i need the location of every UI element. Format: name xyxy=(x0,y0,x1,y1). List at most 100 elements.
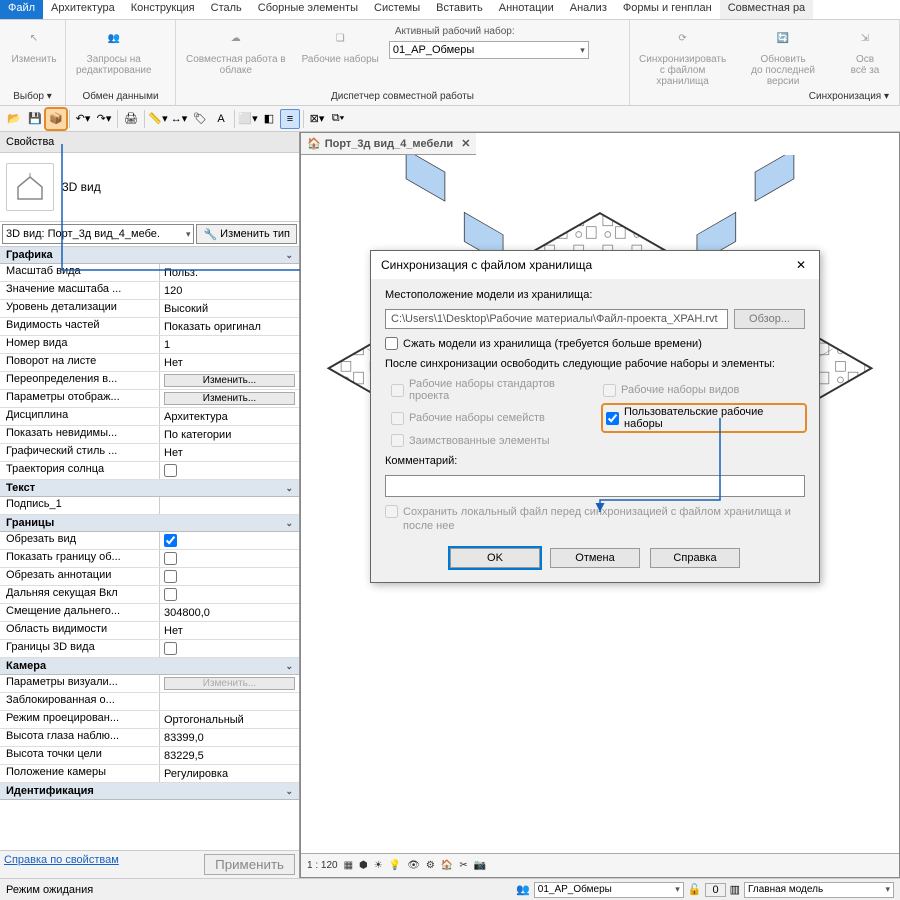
qat-save-icon[interactable]: 💾 xyxy=(25,109,45,129)
qat-sync-icon[interactable]: 📦 xyxy=(46,109,66,129)
section-bounds[interactable]: Границы⌄ xyxy=(0,515,299,532)
vc-icon[interactable]: ⬢ xyxy=(359,860,368,871)
editing-requests-button[interactable]: 👥Запросы на редактирование xyxy=(70,22,158,78)
prop-scale-value[interactable]: Польз. xyxy=(160,264,299,281)
active-workset-combo[interactable]: 01_АР_Обмеры▾ xyxy=(389,41,589,59)
qat-print-icon[interactable]: 🖨 xyxy=(121,109,141,129)
view-scale[interactable]: 1 : 120 xyxy=(307,860,338,871)
dispopts-edit-button[interactable]: Изменить... xyxy=(164,392,295,405)
instance-combo[interactable]: 3D вид: Порт_3д вид_4_мебе.▾ xyxy=(2,224,194,244)
prop-proj-value[interactable]: Ортогональный xyxy=(160,711,299,728)
prop-detail-value[interactable]: Высокий xyxy=(160,300,299,317)
prop-campos-value[interactable]: Регулировка xyxy=(160,765,299,782)
qat-redo-icon[interactable]: ↷▾ xyxy=(94,109,114,129)
vc-icon[interactable]: 📷 xyxy=(474,860,486,871)
vc-icon[interactable]: 👁 xyxy=(407,860,420,871)
chk-view-worksets[interactable]: Рабочие наборы видов xyxy=(603,378,805,402)
status-model-combo[interactable]: Главная модель▾ xyxy=(744,882,894,898)
apply-button[interactable]: Применить xyxy=(204,854,295,875)
tab-arch[interactable]: Архитектура xyxy=(43,0,123,19)
close-icon[interactable]: ✕ xyxy=(461,137,470,150)
qat-section-icon[interactable]: ◧ xyxy=(259,109,279,129)
qat-thinlines-icon[interactable]: ≡ xyxy=(280,109,300,129)
prop-hidden-value[interactable]: По категории xyxy=(160,426,299,443)
ok-button[interactable]: OK xyxy=(450,548,540,568)
prop-sub1-value[interactable] xyxy=(160,497,299,514)
editable-icon[interactable]: 🔓 xyxy=(688,883,702,896)
worksets-button[interactable]: ❏Рабочие наборы xyxy=(296,22,385,67)
prop-disc-value[interactable]: Архитектура xyxy=(160,408,299,425)
vc-icon[interactable]: ▦ xyxy=(344,860,353,871)
bbox-checkbox[interactable] xyxy=(164,642,177,655)
reload-button[interactable]: 🔄Обновить до последней версии xyxy=(735,22,831,89)
qat-open-icon[interactable]: 📂 xyxy=(4,109,24,129)
prop-parts-value[interactable]: Показать оригинал xyxy=(160,318,299,335)
tab-struct[interactable]: Конструкция xyxy=(123,0,203,19)
sun-checkbox[interactable] xyxy=(164,464,177,477)
tab-massing[interactable]: Формы и генплан xyxy=(615,0,720,19)
tab-insert[interactable]: Вставить xyxy=(428,0,491,19)
vc-icon[interactable]: ☀ xyxy=(374,860,383,871)
qat-text-icon[interactable]: A xyxy=(211,109,231,129)
qat-undo-icon[interactable]: ↶▾ xyxy=(73,109,93,129)
section-text[interactable]: Текст⌄ xyxy=(0,480,299,497)
chk-family-worksets[interactable]: Рабочие наборы семейств xyxy=(391,405,593,431)
qat-measure-icon[interactable]: 📏▾ xyxy=(148,109,168,129)
cloud-collab-button[interactable]: ☁Совместная работа в облаке xyxy=(180,22,292,78)
camparams-edit-button[interactable]: Изменить... xyxy=(164,677,295,690)
qat-3d-icon[interactable]: ⬜▾ xyxy=(238,109,258,129)
override-edit-button[interactable]: Изменить... xyxy=(164,374,295,387)
tab-collab[interactable]: Совместная ра xyxy=(720,0,813,19)
filter-icon[interactable]: ▥ xyxy=(730,883,740,896)
save-local-row[interactable]: Сохранить локальный файл перед синхрониз… xyxy=(385,505,805,534)
qat-dim-icon[interactable]: ↔▾ xyxy=(169,109,189,129)
tab-steel[interactable]: Сталь xyxy=(203,0,250,19)
properties-help-link[interactable]: Справка по свойствам xyxy=(4,854,119,875)
prop-eye-value[interactable]: 83399,0 xyxy=(160,729,299,746)
prop-gstyle-value[interactable]: Нет xyxy=(160,444,299,461)
prop-locked-value[interactable] xyxy=(160,693,299,710)
relinquish-button[interactable]: ⇲Осв всё за xyxy=(835,22,895,89)
cancel-button[interactable]: Отмена xyxy=(550,548,640,568)
browse-button[interactable]: Обзор... xyxy=(734,309,805,329)
prop-rot-value[interactable]: Нет xyxy=(160,354,299,371)
tab-systems[interactable]: Системы xyxy=(366,0,428,19)
prop-scope-value[interactable]: Нет xyxy=(160,622,299,639)
sync-button[interactable]: ⟳Синхронизировать с файлом хранилища xyxy=(634,22,731,89)
chk-project-standards[interactable]: Рабочие наборы стандартов проекта xyxy=(391,378,593,402)
annocrop-checkbox[interactable] xyxy=(164,570,177,583)
section-camera[interactable]: Камера⌄ xyxy=(0,658,299,675)
tab-file[interactable]: Файл xyxy=(0,0,43,19)
qat-switch-icon[interactable]: ⧉▾ xyxy=(328,109,348,129)
crop-checkbox[interactable] xyxy=(164,534,177,547)
vc-icon[interactable]: ⚙ xyxy=(426,860,435,871)
central-path-field[interactable]: C:\Users\1\Desktop\Рабочие материалы\Фай… xyxy=(385,309,728,329)
section-graphics[interactable]: Графика⌄ xyxy=(0,247,299,264)
qat-tag-icon[interactable]: 🏷 xyxy=(190,109,210,129)
prop-viewno-value[interactable]: 1 xyxy=(160,336,299,353)
edit-type-button[interactable]: 🔧Изменить тип xyxy=(196,224,297,244)
cropvis-checkbox[interactable] xyxy=(164,552,177,565)
chk-user-worksets[interactable]: Пользовательские рабочие наборы xyxy=(603,405,805,431)
qat-close-icon[interactable]: ⊠▾ xyxy=(307,109,327,129)
vc-icon[interactable]: ✂ xyxy=(459,860,467,871)
prop-target-value[interactable]: 83229,5 xyxy=(160,747,299,764)
farclip-checkbox[interactable] xyxy=(164,588,177,601)
modify-button[interactable]: ↖Изменить xyxy=(4,22,64,67)
compact-checkbox-row[interactable]: Сжать модели из хранилища (требуется бол… xyxy=(385,337,805,350)
user-worksets-checkbox[interactable] xyxy=(606,412,619,425)
help-button[interactable]: Справка xyxy=(650,548,740,568)
status-workset-combo[interactable]: 01_АР_Обмеры▾ xyxy=(534,882,684,898)
close-icon[interactable]: ✕ xyxy=(793,257,809,273)
vc-icon[interactable]: 🏠 xyxy=(441,860,453,871)
tab-analyze[interactable]: Анализ xyxy=(562,0,615,19)
tab-precast[interactable]: Сборные элементы xyxy=(250,0,366,19)
prop-scaleval-value[interactable]: 120 xyxy=(160,282,299,299)
chk-borrowed[interactable]: Заимствованные элементы xyxy=(391,434,593,447)
view-tab[interactable]: 🏠Порт_3д вид_4_мебели✕ xyxy=(307,137,470,150)
compact-checkbox[interactable] xyxy=(385,337,398,350)
prop-faroff-value[interactable]: 304800,0 xyxy=(160,604,299,621)
tab-annot[interactable]: Аннотации xyxy=(491,0,562,19)
vc-icon[interactable]: 💡 xyxy=(389,860,401,871)
section-ident[interactable]: Идентификация⌄ xyxy=(0,783,299,800)
